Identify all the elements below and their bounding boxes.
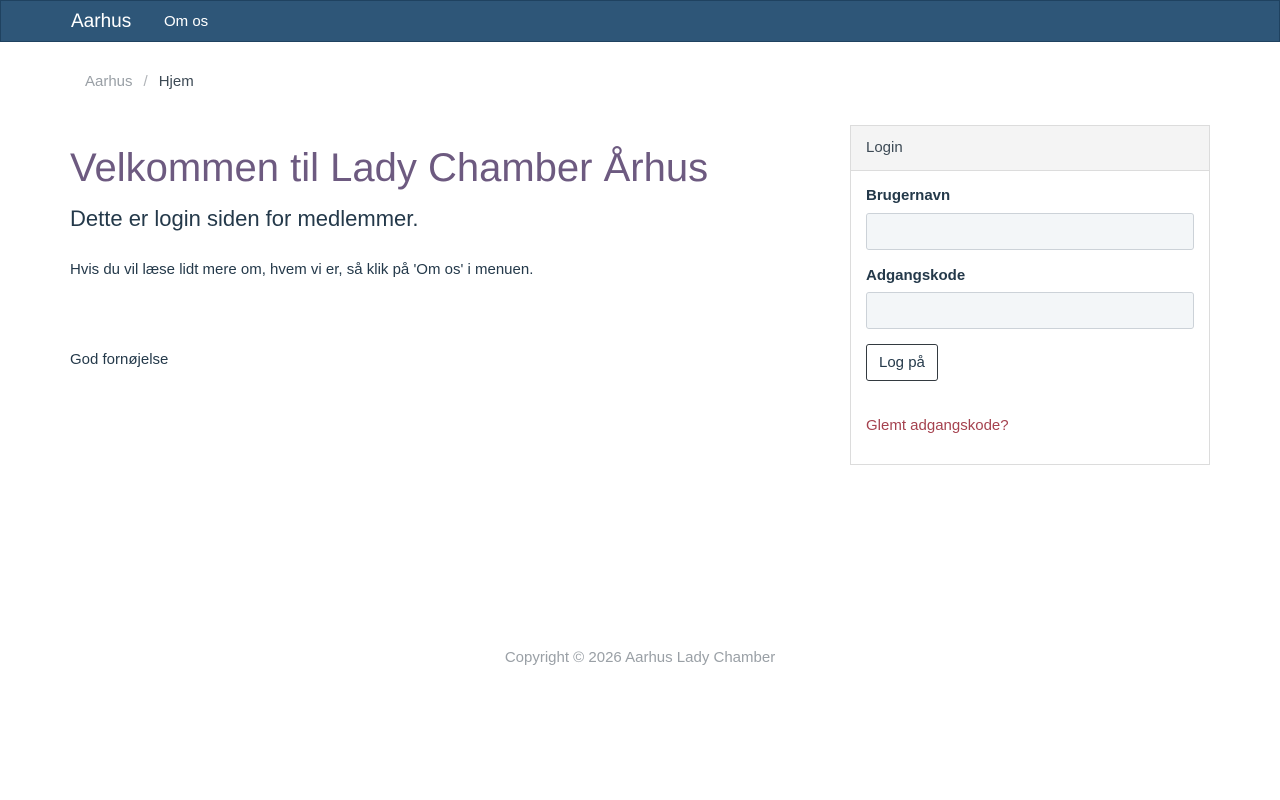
login-panel: Login Brugernavn Adgangskode Log på Glem… bbox=[850, 125, 1210, 465]
breadcrumb-item-aarhus[interactable]: Aarhus bbox=[85, 73, 133, 90]
username-input[interactable] bbox=[866, 213, 1194, 250]
password-input[interactable] bbox=[866, 292, 1194, 329]
breadcrumb: Aarhus / Hjem bbox=[85, 73, 194, 90]
forgot-password-link[interactable]: Glemt adgangskode? bbox=[866, 417, 1009, 434]
top-navbar: Aarhus Om os bbox=[0, 0, 1280, 42]
page-subtitle: Dette er login siden for medlemmer. bbox=[70, 206, 419, 231]
login-panel-heading: Login bbox=[851, 126, 1209, 171]
page-title: Velkommen til Lady Chamber Århus bbox=[70, 146, 709, 190]
login-button[interactable]: Log på bbox=[866, 344, 938, 381]
breadcrumb-separator: / bbox=[143, 73, 148, 90]
password-label: Adgangskode bbox=[866, 267, 966, 284]
nav-link-om-os[interactable]: Om os bbox=[164, 13, 208, 30]
brand-link[interactable]: Aarhus bbox=[71, 11, 131, 33]
username-label: Brugernavn bbox=[866, 187, 951, 204]
breadcrumb-item-current: Hjem bbox=[158, 73, 194, 90]
closing-paragraph: God fornøjelse bbox=[70, 351, 169, 368]
footer-copyright: Copyright © 2026 Aarhus Lady Chamber bbox=[504, 649, 776, 666]
intro-paragraph: Hvis du vil læse lidt mere om, hvem vi e… bbox=[70, 261, 534, 278]
